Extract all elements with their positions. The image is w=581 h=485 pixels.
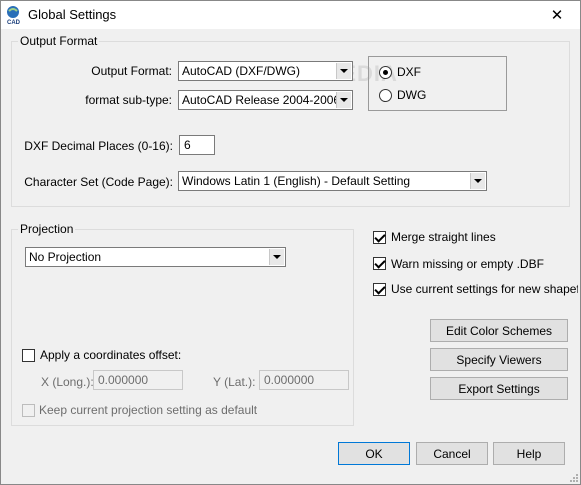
merge-straight-lines-checkbox[interactable] (373, 231, 386, 244)
use-current-settings-checkbox[interactable] (373, 283, 386, 296)
use-current-settings-label: Use current settings for new shapefiles (391, 282, 578, 296)
help-button[interactable]: Help (493, 442, 565, 465)
output-format-label: Output Format: (91, 64, 172, 78)
keep-projection-checkbox[interactable] (22, 404, 35, 417)
cancel-button[interactable]: Cancel (416, 442, 488, 465)
warn-missing-dbf-label: Warn missing or empty .DBF (391, 257, 544, 271)
cad-app-icon: CAD (7, 6, 21, 25)
format-subtype-select[interactable]: AutoCAD Release 2004-2006 (178, 90, 353, 110)
projection-group-label: Projection (18, 222, 76, 236)
decimal-places-input[interactable]: 6 (179, 135, 215, 155)
output-format-select[interactable]: AutoCAD (DXF/DWG) (178, 61, 353, 81)
format-radio-frame (368, 56, 507, 111)
dwg-radio-label: DWG (397, 88, 427, 102)
specify-viewers-button[interactable]: Specify Viewers (430, 348, 568, 371)
format-subtype-label: format sub-type: (85, 93, 172, 107)
chevron-down-icon (336, 63, 351, 79)
projection-select[interactable]: No Projection (25, 247, 286, 267)
x-long-input[interactable]: 0.000000 (93, 370, 183, 390)
chevron-down-icon (470, 173, 485, 189)
title-bar: CAD Global Settings ✕ (1, 1, 580, 29)
y-lat-label: Y (Lat.): (213, 375, 256, 389)
warn-missing-dbf-checkbox[interactable] (373, 257, 386, 270)
y-lat-input[interactable]: 0.000000 (259, 370, 349, 390)
format-subtype-value: AutoCAD Release 2004-2006 (182, 93, 341, 107)
projection-value: No Projection (29, 250, 102, 264)
decimal-places-label: DXF Decimal Places (0-16): (24, 139, 173, 153)
ok-button[interactable]: OK (338, 442, 410, 465)
svg-text:CAD: CAD (7, 20, 21, 25)
character-set-select[interactable]: Windows Latin 1 (English) - Default Sett… (178, 171, 487, 191)
dwg-radio[interactable] (379, 89, 392, 102)
dxf-radio-label: DXF (397, 65, 421, 79)
edit-color-schemes-button[interactable]: Edit Color Schemes (430, 319, 568, 342)
chevron-down-icon (269, 249, 284, 265)
output-format-group-label: Output Format (18, 34, 100, 48)
merge-straight-lines-label: Merge straight lines (391, 230, 496, 244)
close-icon[interactable]: ✕ (534, 1, 580, 29)
coordinates-offset-label: Apply a coordinates offset: (40, 348, 182, 362)
dxf-radio[interactable] (379, 66, 392, 79)
global-settings-dialog: CAD Global Settings ✕ Output Format SOFT… (0, 0, 581, 485)
character-set-label: Character Set (Code Page): (24, 175, 173, 189)
output-format-value: AutoCAD (DXF/DWG) (182, 64, 301, 78)
chevron-down-icon (336, 92, 351, 108)
export-settings-button[interactable]: Export Settings (430, 377, 568, 400)
resize-grip-icon[interactable] (568, 472, 579, 483)
character-set-value: Windows Latin 1 (English) - Default Sett… (182, 174, 411, 188)
x-long-label: X (Long.): (41, 375, 94, 389)
coordinates-offset-checkbox[interactable] (22, 349, 35, 362)
window-title: Global Settings (28, 7, 117, 22)
keep-projection-label: Keep current projection setting as defau… (39, 403, 258, 417)
